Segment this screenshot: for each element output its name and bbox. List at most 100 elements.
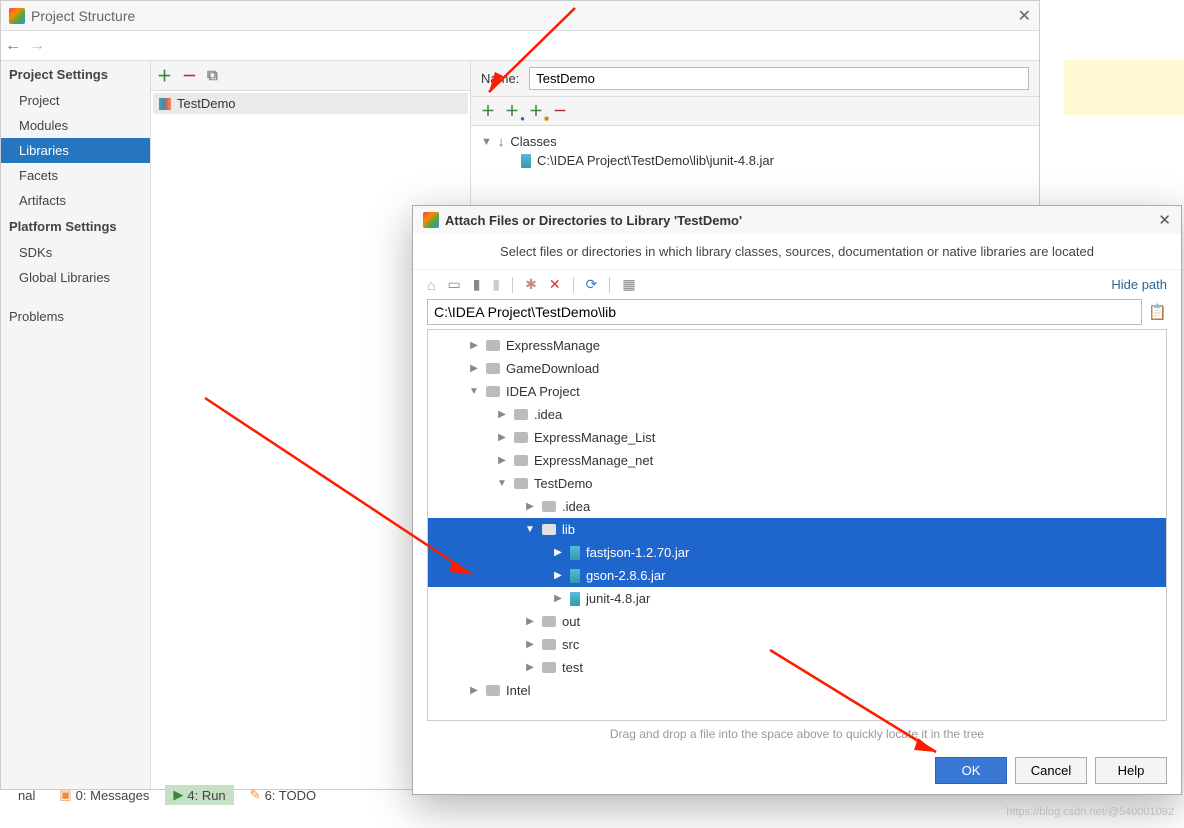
todo-tab[interactable]: ✎6: TODO <box>242 785 324 805</box>
project-icon[interactable]: ▮ <box>473 276 481 293</box>
folder-icon <box>514 478 528 489</box>
tree-row[interactable]: ▼ TestDemo <box>428 472 1166 495</box>
remove-root-icon[interactable]: － <box>553 101 567 121</box>
remove-library-icon[interactable]: － <box>182 65 197 86</box>
chevron-right-icon[interactable]: ▶ <box>552 593 564 604</box>
sidebar-item-problems[interactable]: Problems <box>1 304 150 329</box>
chevron-down-icon[interactable]: ▼ <box>524 524 536 535</box>
chevron-right-icon[interactable]: ▶ <box>552 570 564 581</box>
tree-row[interactable]: ▶ GameDownload <box>428 357 1166 380</box>
chevron-right-icon[interactable]: ▶ <box>496 409 508 420</box>
drag-hint: Drag and drop a file into the space abov… <box>413 721 1181 747</box>
tree-row[interactable]: ▶fastjson-1.2.70.jar <box>428 541 1166 564</box>
attach-files-dialog: Attach Files or Directories to Library '… <box>412 205 1182 795</box>
chevron-right-icon[interactable]: ▶ <box>496 455 508 466</box>
tree-label: TestDemo <box>534 476 593 491</box>
show-hidden-icon[interactable]: ▦ <box>622 276 635 293</box>
chevron-right-icon[interactable]: ▶ <box>524 501 536 512</box>
nav-bar: ← → <box>1 31 1039 61</box>
run-tab[interactable]: ▶4: Run <box>165 785 233 805</box>
add-root-icon[interactable]: ＋ <box>481 101 495 121</box>
delete-icon[interactable]: ✕ <box>549 276 561 293</box>
sidebar-item-libraries[interactable]: Libraries <box>1 138 150 163</box>
hide-path-link[interactable]: Hide path <box>1111 277 1167 292</box>
dialog-icon <box>423 212 439 228</box>
tree-row[interactable]: ▶ ExpressManage <box>428 334 1166 357</box>
history-icon[interactable]: 📋 <box>1148 303 1167 321</box>
highlight-strip <box>1064 60 1184 115</box>
tree-label: GameDownload <box>506 361 599 376</box>
sidebar-section-platform: Platform Settings <box>1 213 150 240</box>
jar-icon <box>521 154 531 168</box>
chevron-down-icon[interactable]: ▼ <box>496 478 508 489</box>
classes-node[interactable]: ▼ ↓ Classes <box>481 132 1029 151</box>
home-icon[interactable]: ⌂ <box>427 277 435 293</box>
new-folder-icon[interactable]: ✱ <box>525 276 537 293</box>
classes-file-row[interactable]: C:\IDEA Project\TestDemo\lib\junit-4.8.j… <box>521 151 1029 170</box>
tree-label: ExpressManage_net <box>534 453 653 468</box>
sidebar-section-project: Project Settings <box>1 61 150 88</box>
chevron-right-icon[interactable]: ▶ <box>524 662 536 673</box>
file-tree[interactable]: ▶ ExpressManage ▶ GameDownload ▼IDEA Project… <box>427 329 1167 721</box>
chevron-right-icon[interactable]: ▶ <box>552 547 564 558</box>
sidebar-item-facets[interactable]: Facets <box>1 163 150 188</box>
sidebar-item-global-libraries[interactable]: Global Libraries <box>1 265 150 290</box>
chevron-right-icon[interactable]: ▶ <box>524 639 536 650</box>
terminal-tab[interactable]: nal <box>10 786 43 805</box>
chevron-right-icon[interactable]: ▶ <box>524 616 536 627</box>
tree-label: src <box>562 637 579 652</box>
classes-label: Classes <box>510 134 556 149</box>
tree-row[interactable]: ▶out <box>428 610 1166 633</box>
back-icon[interactable]: ← <box>5 37 21 55</box>
path-input[interactable] <box>427 299 1142 325</box>
copy-library-icon[interactable]: ⧉ <box>207 67 218 84</box>
chevron-down-icon[interactable]: ▼ <box>481 136 492 148</box>
folder-icon <box>542 639 556 650</box>
ok-button[interactable]: OK <box>935 757 1007 784</box>
jar-icon <box>570 546 580 560</box>
library-name-input[interactable] <box>529 67 1029 90</box>
help-button[interactable]: Help <box>1095 757 1167 784</box>
window-title: Project Structure <box>31 8 1018 24</box>
watermark: https://blog.csdn.net/@540001092 <box>1006 806 1174 818</box>
library-item[interactable]: TestDemo <box>153 93 468 114</box>
messages-tab[interactable]: ▣0: Messages <box>51 785 157 805</box>
sidebar-item-artifacts[interactable]: Artifacts <box>1 188 150 213</box>
chevron-right-icon[interactable]: ▶ <box>496 432 508 443</box>
desktop-icon[interactable]: ▭ <box>447 276 460 293</box>
classes-tree: ▼ ↓ Classes C:\IDEA Project\TestDemo\lib… <box>471 126 1039 176</box>
tree-row[interactable]: ▶gson-2.8.6.jar <box>428 564 1166 587</box>
chevron-right-icon[interactable]: ▶ <box>468 685 480 696</box>
jar-icon <box>570 569 580 583</box>
tree-row[interactable]: ▶ExpressManage_List <box>428 426 1166 449</box>
chevron-right-icon[interactable]: ▶ <box>468 363 480 374</box>
add-globe-icon[interactable]: ＋● <box>505 101 519 121</box>
cancel-button[interactable]: Cancel <box>1015 757 1087 784</box>
tree-row[interactable]: ▶ src <box>428 633 1166 656</box>
close-icon[interactable]: ✕ <box>1018 6 1031 26</box>
tree-row[interactable]: ▼IDEA Project <box>428 380 1166 403</box>
chevron-down-icon[interactable]: ▼ <box>468 386 480 397</box>
tree-row[interactable]: ▶.idea <box>428 403 1166 426</box>
dialog-close-icon[interactable]: ✕ <box>1158 211 1171 229</box>
tree-row[interactable]: ▶junit-4.8.jar <box>428 587 1166 610</box>
tree-row[interactable]: ▶ .idea <box>428 495 1166 518</box>
chevron-right-icon[interactable]: ▶ <box>468 340 480 351</box>
sidebar-item-modules[interactable]: Modules <box>1 113 150 138</box>
sidebar-item-sdks[interactable]: SDKs <box>1 240 150 265</box>
forward-icon[interactable]: → <box>29 37 45 55</box>
tree-label: ExpressManage <box>506 338 600 353</box>
refresh-icon[interactable]: ⟳ <box>586 276 598 293</box>
tree-label: test <box>562 660 583 675</box>
tree-row[interactable]: ▶ ExpressManage_net <box>428 449 1166 472</box>
add-library-icon[interactable]: ＋ <box>157 65 172 86</box>
add-docs-icon[interactable]: ＋■ <box>529 101 543 121</box>
tree-row[interactable]: ▶Intel <box>428 679 1166 702</box>
tree-label: .idea <box>562 499 590 514</box>
folder-icon <box>542 524 556 535</box>
sidebar-item-project[interactable]: Project <box>1 88 150 113</box>
run-icon: ▶ <box>173 787 183 803</box>
module-icon[interactable]: ▮ <box>492 276 500 293</box>
tree-row[interactable]: ▶ test <box>428 656 1166 679</box>
tree-row[interactable]: ▼lib <box>428 518 1166 541</box>
